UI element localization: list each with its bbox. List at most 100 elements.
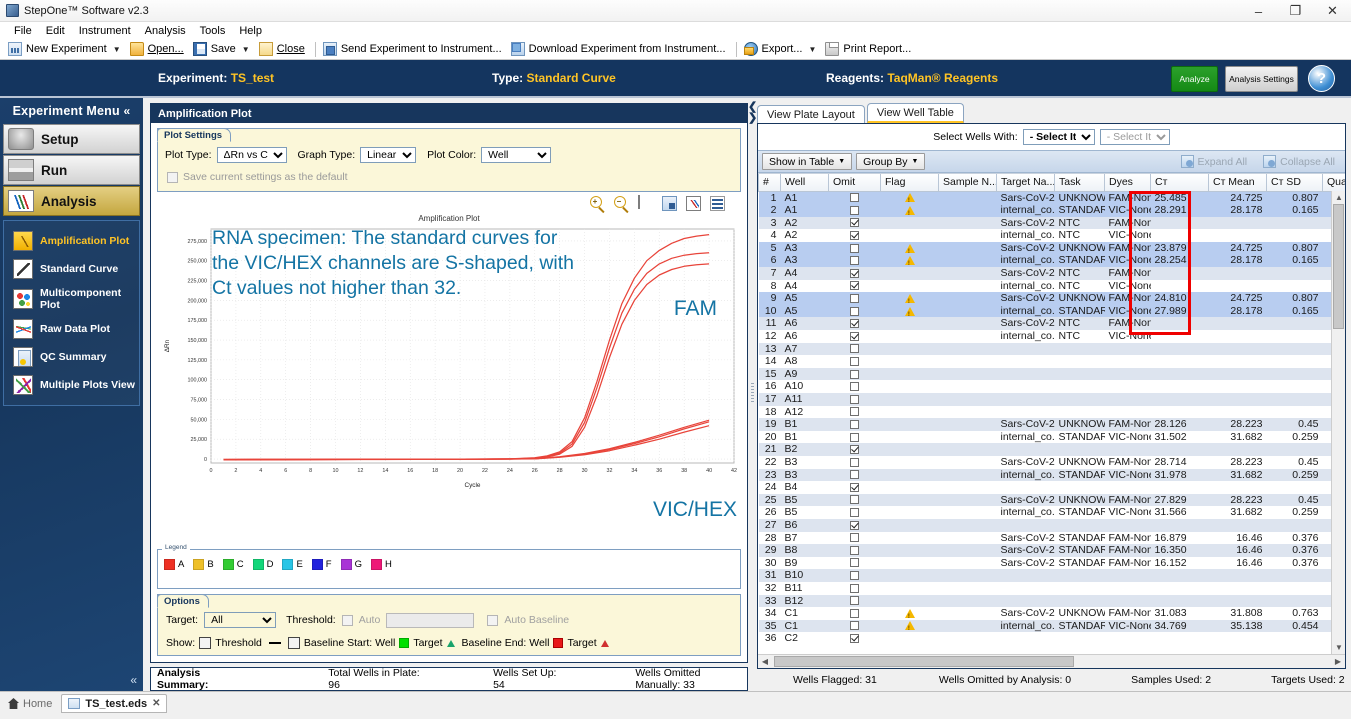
plot-color-select[interactable]: Well <box>481 147 552 163</box>
chart-settings-icon[interactable] <box>686 196 701 211</box>
legend-item[interactable]: C <box>222 559 244 570</box>
omit-checkbox[interactable] <box>850 419 859 429</box>
open-button[interactable]: Open... <box>127 41 190 57</box>
omit-checkbox[interactable] <box>850 545 859 555</box>
column-header-flag[interactable]: Flag <box>880 174 939 192</box>
column-header-c[interactable]: Cт <box>1150 174 1209 192</box>
table-row[interactable]: 5A3 Sars-CoV-2UNKNOWNFAM-None23.87924.725… <box>758 241 1345 255</box>
omit-checkbox[interactable] <box>850 205 859 215</box>
omit-checkbox[interactable] <box>850 621 859 631</box>
table-row[interactable]: 32 B11 <box>758 581 1345 595</box>
table-row[interactable]: 13 A7 <box>758 342 1345 356</box>
close-document-tab-icon[interactable]: ✕ <box>152 698 160 709</box>
show-baseline-start-checkbox[interactable] <box>287 637 300 649</box>
omit-checkbox[interactable] <box>850 520 859 530</box>
select-wells-select-2[interactable]: - Select Item - <box>1099 129 1170 145</box>
panel-splitter[interactable]: ❮ ❯ <box>748 98 757 691</box>
table-row[interactable]: 7A4 Sars-CoV-2NTCFAM-None <box>758 267 1345 280</box>
omit-checkbox[interactable] <box>850 583 859 593</box>
column-header-target-na[interactable]: Target Na... <box>996 174 1055 192</box>
plot-type-select[interactable]: ΔRn vs Cycle <box>216 147 287 163</box>
select-wells-select-1[interactable]: - Select Item - <box>1022 129 1095 145</box>
table-row[interactable]: 22B3 Sars-CoV-2UNKNOWNFAM-None28.71428.22… <box>758 455 1345 469</box>
group-by-button[interactable]: Group By ▼ <box>856 153 926 170</box>
save-button[interactable]: Save ▼ <box>190 41 256 57</box>
amplification-chart[interactable]: Amplification Plot 0 2 4 6 8 10 12 14 16 18 20 22 24… <box>159 213 739 545</box>
column-header-sample-n[interactable]: Sample N... <box>938 174 997 192</box>
chevron-down-icon[interactable]: ▼ <box>808 45 816 54</box>
table-horizontal-scrollbar[interactable]: ◀ ▶ <box>758 654 1345 668</box>
sidebar-item-raw-data-plot[interactable]: Raw Data Plot <box>4 315 139 343</box>
sidebar-item-multicomponent-plot[interactable]: Multicomponent Plot <box>4 283 139 315</box>
table-row[interactable]: 24 B4 <box>758 481 1345 494</box>
table-row[interactable]: 33 B12 <box>758 594 1345 608</box>
omit-checkbox[interactable] <box>850 558 859 568</box>
sidebar-item-multiple-plots-view[interactable]: Multiple Plots View <box>4 371 139 399</box>
table-row[interactable]: 26B5 internal_co...STANDARDVIC-None31.566… <box>758 506 1345 519</box>
omit-checkbox[interactable] <box>850 231 859 240</box>
scroll-left-icon[interactable]: ◀ <box>758 657 772 666</box>
scroll-down-icon[interactable]: ▼ <box>1332 641 1345 654</box>
tab-view-plate-layout[interactable]: View Plate Layout <box>757 105 865 123</box>
table-row[interactable]: 25B5 Sars-CoV-2UNKNOWNFAM-None27.82928.22… <box>758 493 1345 507</box>
document-tab[interactable]: TS_test.eds ✕ <box>61 694 168 713</box>
menu-item-tools[interactable]: Tools <box>193 24 233 38</box>
table-row[interactable]: 27 B6 <box>758 518 1345 532</box>
auto-threshold-checkbox[interactable] <box>341 614 353 626</box>
column-header-task[interactable]: Task <box>1054 174 1105 192</box>
close-icon[interactable]: ✕ <box>1314 0 1351 22</box>
omit-checkbox[interactable] <box>850 608 859 618</box>
sidebar-collapse-bottom-icon[interactable]: « <box>130 673 137 687</box>
download-from-instrument-button[interactable]: Download Experiment from Instrument... <box>508 41 732 57</box>
print-report-button[interactable]: Print Report... <box>822 41 917 57</box>
table-row[interactable]: 15 A9 <box>758 367 1345 381</box>
close-document-button[interactable]: Close <box>256 41 311 57</box>
column-header-[interactable]: # <box>758 174 781 192</box>
column-header-c-mean[interactable]: Cт Mean <box>1208 174 1267 192</box>
omit-checkbox[interactable] <box>850 382 859 392</box>
omit-checkbox[interactable] <box>850 571 859 581</box>
omit-checkbox[interactable] <box>850 596 859 606</box>
omit-checkbox[interactable] <box>850 356 859 366</box>
table-row[interactable]: 4A2 internal_co...NTCVIC-None <box>758 229 1345 242</box>
auto-baseline-checkbox[interactable] <box>487 614 499 626</box>
graph-type-select[interactable]: Linear <box>360 147 417 163</box>
legend-item[interactable]: A <box>164 559 184 570</box>
table-row[interactable]: 18 A12 <box>758 405 1345 419</box>
omit-checkbox[interactable] <box>850 394 859 404</box>
menu-item-edit[interactable]: Edit <box>39 24 72 38</box>
show-threshold-checkbox[interactable] <box>199 637 212 649</box>
table-row[interactable]: 36 C2 <box>758 632 1345 645</box>
table-row[interactable]: 3A2 Sars-CoV-2NTCFAM-None <box>758 216 1345 230</box>
menu-item-file[interactable]: File <box>7 24 39 38</box>
home-button[interactable]: Home <box>6 698 61 710</box>
omit-checkbox[interactable] <box>850 634 859 643</box>
sidebar-item-qc-summary[interactable]: QC Summary <box>4 343 139 371</box>
table-row[interactable]: 12A6 internal_co...NTCVIC-None <box>758 330 1345 343</box>
table-row[interactable]: 11A6 Sars-CoV-2NTCFAM-None <box>758 317 1345 331</box>
send-to-instrument-button[interactable]: Send Experiment to Instrument... <box>320 41 508 57</box>
omit-checkbox[interactable] <box>850 457 859 467</box>
splitter-collapse-right-icon[interactable]: ❯ <box>748 113 757 124</box>
table-row[interactable]: 30B9 Sars-CoV-2STANDARDFAM-None16.15216.4… <box>758 556 1345 570</box>
sidebar-item-setup[interactable]: Setup <box>3 124 140 154</box>
table-row[interactable]: 21 B2 <box>758 443 1345 456</box>
omit-checkbox[interactable] <box>850 243 859 253</box>
scroll-right-icon[interactable]: ▶ <box>1331 657 1345 666</box>
omit-checkbox[interactable] <box>850 495 859 505</box>
sidebar-item-amplification-plot[interactable]: Amplification Plot <box>4 227 139 255</box>
legend-item[interactable]: B <box>193 559 214 570</box>
omit-checkbox[interactable] <box>850 306 859 316</box>
table-row[interactable]: 23B3 internal_co...STANDARDVIC-None31.978… <box>758 468 1345 482</box>
menu-item-help[interactable]: Help <box>232 24 269 38</box>
table-row[interactable]: 9A5 Sars-CoV-2UNKNOWNFAM-None24.81024.725… <box>758 292 1345 305</box>
omit-checkbox[interactable] <box>850 344 859 354</box>
omit-checkbox[interactable] <box>850 256 859 266</box>
table-row[interactable]: 28B7 Sars-CoV-2STANDARDFAM-None16.87916.4… <box>758 531 1345 545</box>
print-chart-icon[interactable] <box>638 195 653 211</box>
zoom-out-icon[interactable]: − <box>614 196 629 211</box>
column-header-quanti[interactable]: Quanti <box>1322 174 1345 192</box>
table-row[interactable]: 34C1 Sars-CoV-2UNKNOWNFAM-None31.08331.80… <box>758 607 1345 620</box>
options-tab[interactable]: Options <box>157 594 209 608</box>
omit-checkbox[interactable] <box>850 445 859 455</box>
